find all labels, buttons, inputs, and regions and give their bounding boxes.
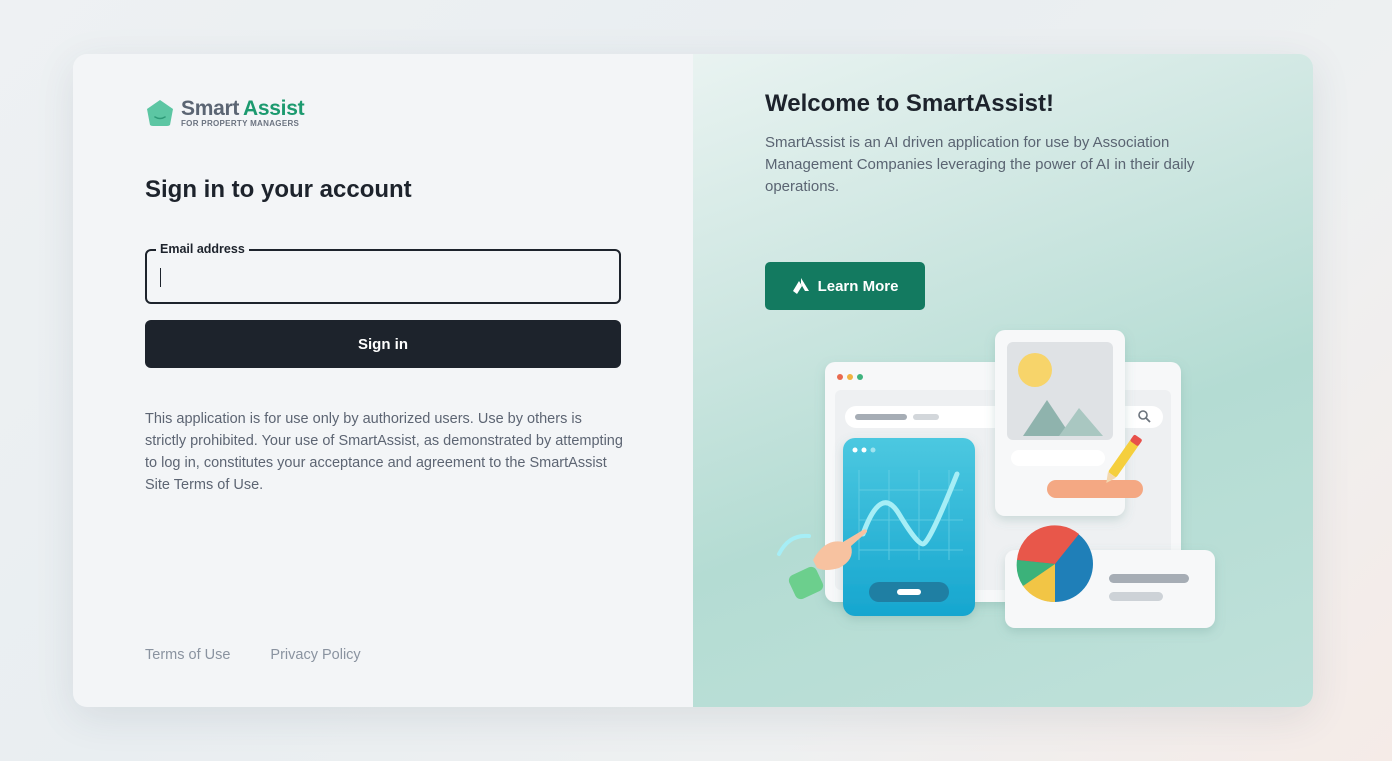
swoosh-graphic bbox=[777, 533, 811, 556]
learn-more-button[interactable]: Learn More bbox=[765, 262, 925, 310]
signin-panel: Smart Assist FOR PROPERTY MANAGERS Sign i… bbox=[73, 54, 693, 707]
house-logo-icon bbox=[147, 100, 173, 126]
welcome-panel: Welcome to SmartAssist! SmartAssist is a… bbox=[693, 54, 1313, 707]
login-card: Smart Assist FOR PROPERTY MANAGERS Sign i… bbox=[73, 54, 1313, 707]
dashboard-illustration bbox=[777, 330, 1215, 628]
learn-more-label: Learn More bbox=[817, 277, 899, 295]
brand-name-assist: Assist bbox=[243, 97, 305, 120]
authorized-use-notice: This application is for use only by auth… bbox=[145, 411, 623, 493]
footer-links: Terms of Use Privacy Policy bbox=[145, 647, 361, 663]
privacy-policy-link[interactable]: Privacy Policy bbox=[270, 647, 360, 663]
welcome-title: Welcome to SmartAssist! bbox=[765, 90, 1054, 117]
text-caret bbox=[160, 268, 161, 287]
terms-of-use-link[interactable]: Terms of Use bbox=[145, 647, 230, 663]
email-field[interactable]: Email address bbox=[145, 242, 621, 304]
welcome-description: SmartAssist is an AI driven application … bbox=[765, 134, 1195, 195]
brand-name-smart: Smart bbox=[181, 97, 240, 120]
email-label: Email address bbox=[156, 242, 249, 256]
progress-bar-graphic bbox=[1047, 480, 1143, 498]
phone-chart-graphic bbox=[843, 438, 975, 616]
sign-in-button[interactable]: Sign in bbox=[145, 320, 621, 368]
brand-logo: Smart Assist FOR PROPERTY MANAGERS bbox=[145, 97, 305, 128]
email-input[interactable] bbox=[159, 263, 599, 289]
brand-tagline: FOR PROPERTY MANAGERS bbox=[181, 119, 300, 128]
page-title: Sign in to your account bbox=[145, 176, 412, 203]
smartassist-logo-icon bbox=[792, 278, 809, 294]
